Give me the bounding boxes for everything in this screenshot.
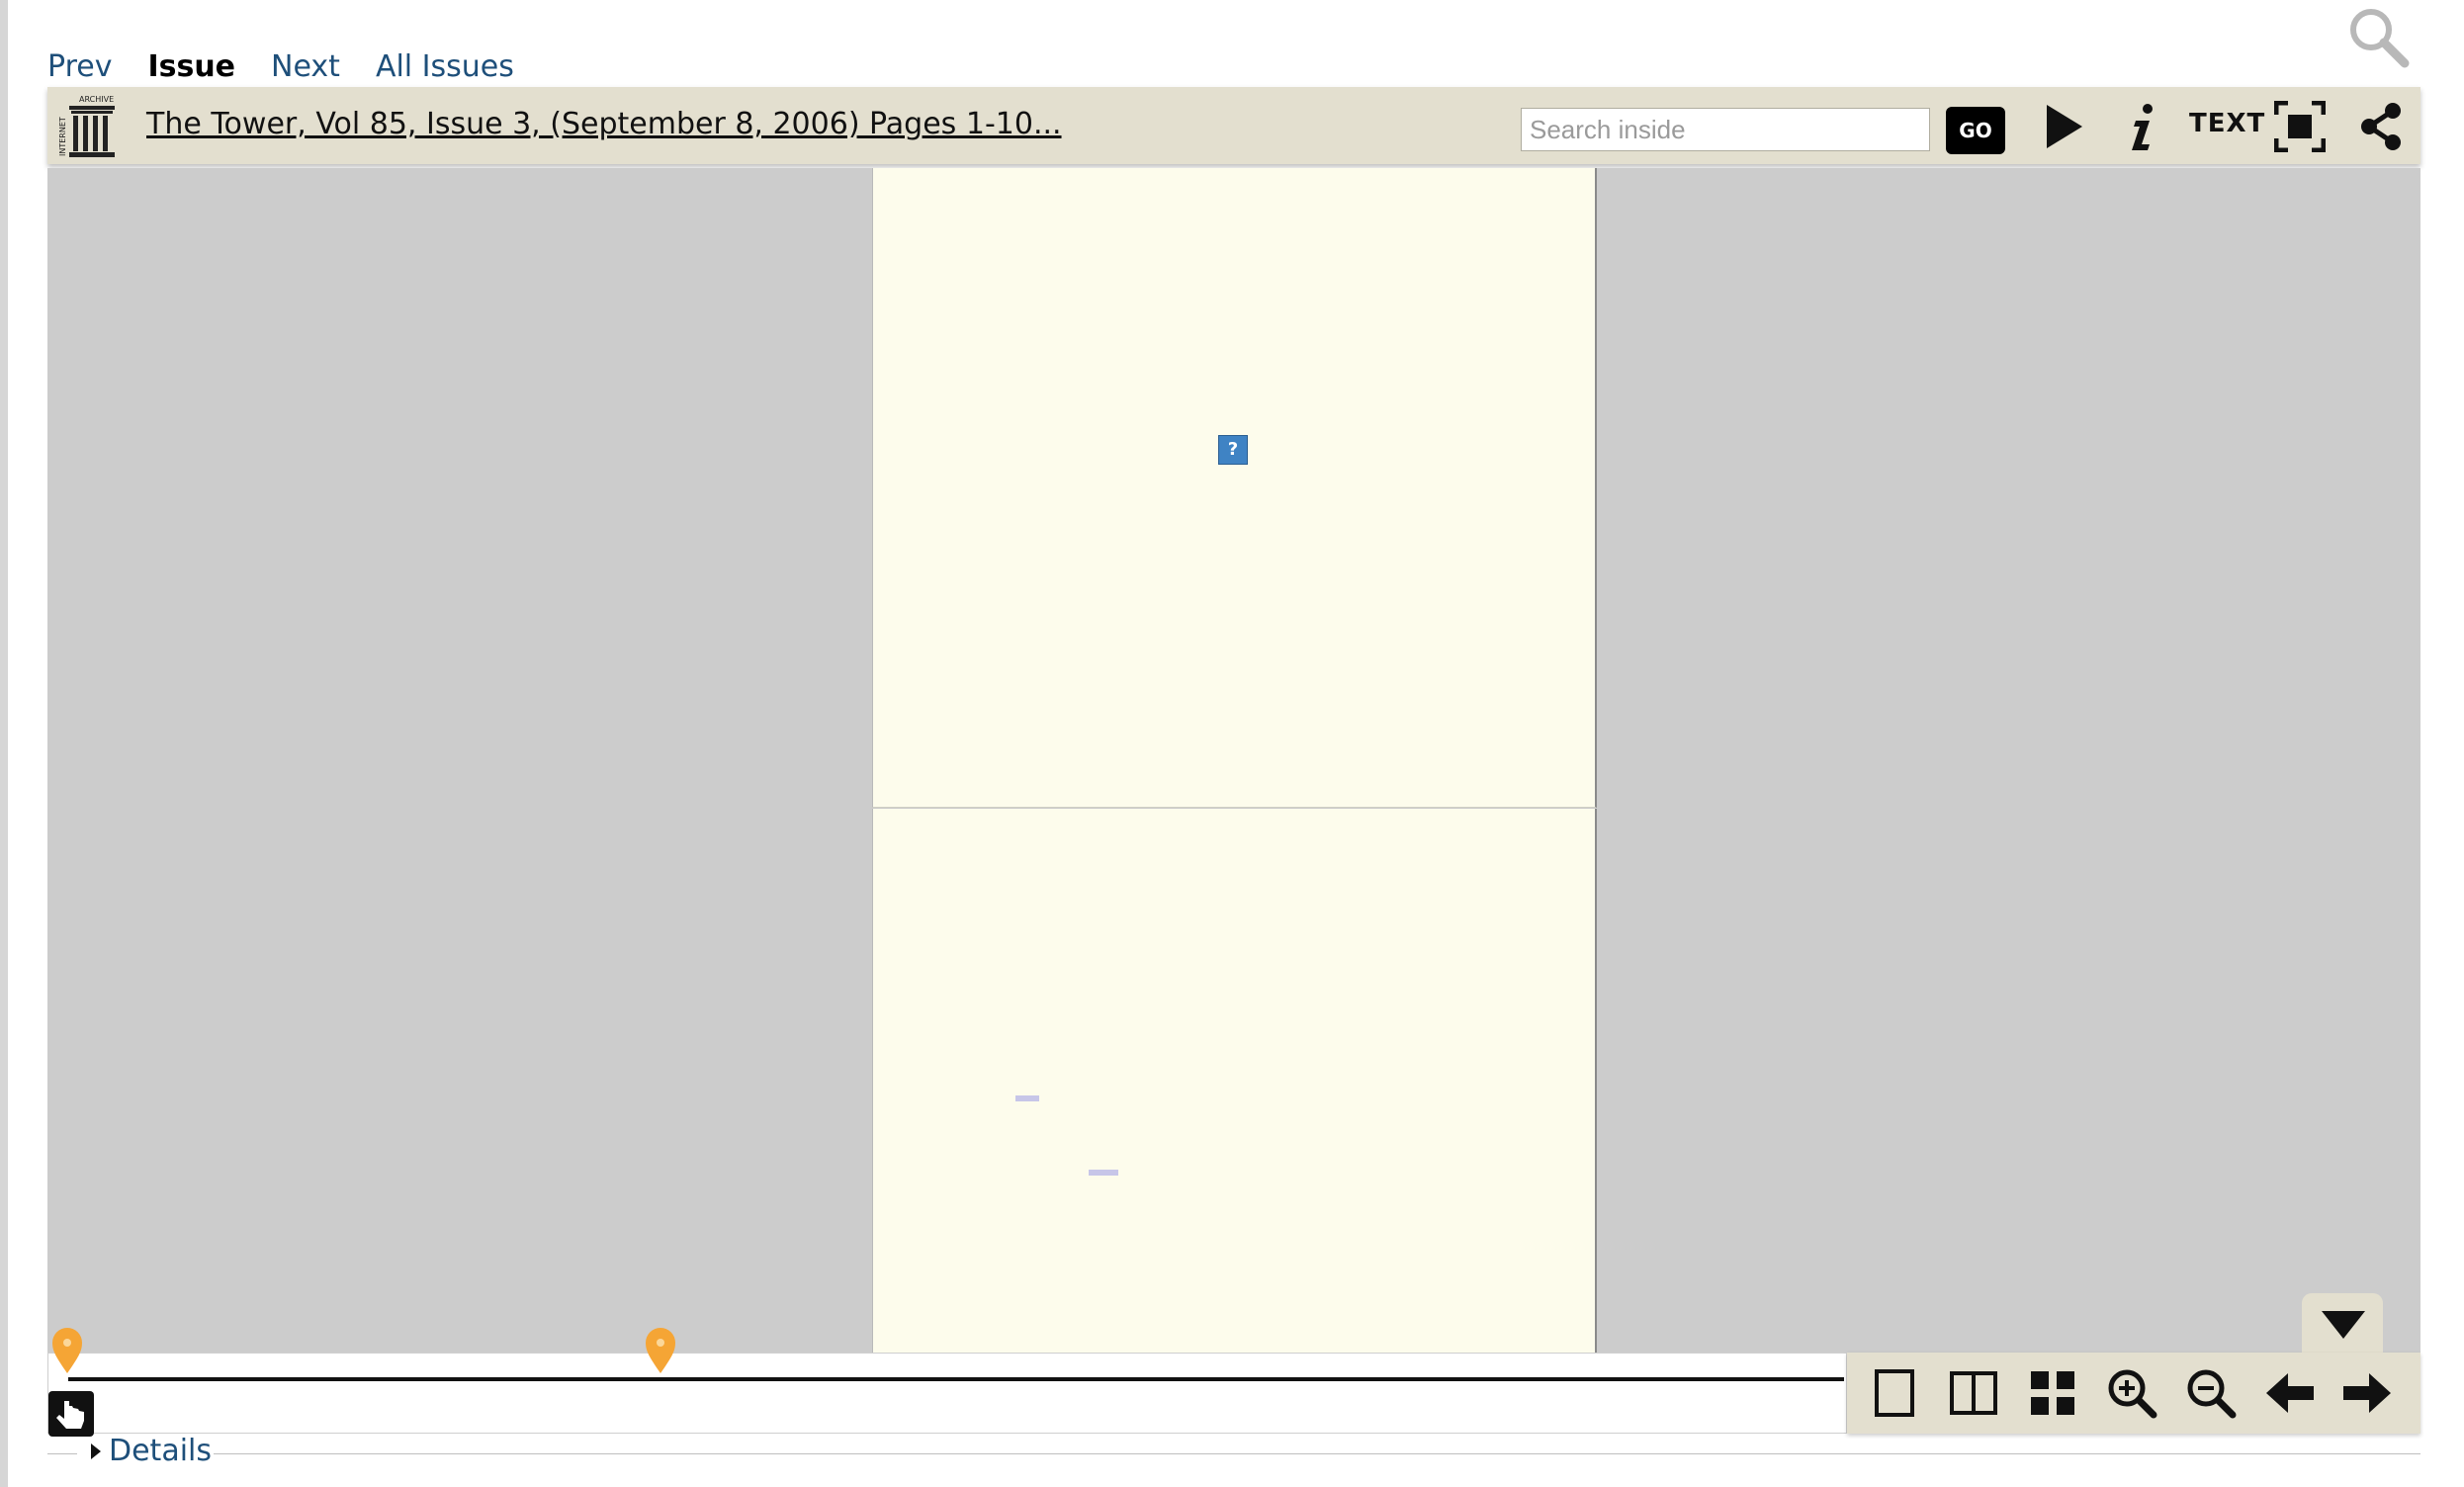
view-controls <box>1847 1353 2420 1434</box>
logo-text-archive: ARCHIVE <box>79 95 114 104</box>
book-page[interactable]: ? <box>872 168 1597 808</box>
fullscreen-icon[interactable] <box>2274 101 2326 152</box>
internet-archive-logo[interactable]: ARCHIVE INTERNET <box>57 93 117 160</box>
hand-pointer-icon <box>56 1401 84 1429</box>
issue-navigation: Prev Issue Next All Issues <box>47 47 514 87</box>
book-title-link[interactable]: The Tower, Vol 85, Issue 3, (September 8… <box>146 107 1062 141</box>
info-icon[interactable] <box>2116 101 2167 152</box>
thumbnail-view-icon[interactable] <box>2027 1367 2078 1419</box>
logo-text-internet: INTERNET <box>58 117 67 156</box>
issue-label: Issue <box>147 49 236 84</box>
prev-link[interactable]: Prev <box>47 47 112 87</box>
location-marker-icon[interactable] <box>644 1326 677 1375</box>
location-marker-icon[interactable] <box>50 1326 84 1375</box>
go-button[interactable]: GO <box>1946 107 2005 154</box>
divider <box>214 1453 2420 1454</box>
share-icon[interactable] <box>2355 101 2407 152</box>
details-label: Details <box>109 1434 213 1468</box>
all-issues-link[interactable]: All Issues <box>376 47 514 87</box>
scrubber-track[interactable] <box>68 1377 1844 1381</box>
play-icon[interactable] <box>2037 101 2088 152</box>
page-scrubber[interactable] <box>47 1328 1847 1437</box>
toggle-navbar-button[interactable] <box>2302 1293 2383 1353</box>
book-page[interactable] <box>872 809 1597 1353</box>
zoom-in-icon[interactable] <box>2106 1367 2157 1419</box>
scrubber-handle[interactable] <box>48 1391 94 1437</box>
details-section: Details <box>47 1432 2420 1471</box>
search-icon[interactable] <box>2345 4 2411 69</box>
window-edge <box>0 0 8 1487</box>
divider <box>47 1453 77 1454</box>
zoom-out-icon[interactable] <box>2185 1367 2237 1419</box>
text-fragment <box>1015 1095 1039 1101</box>
text-mode-button[interactable]: TEXT <box>2189 109 2265 138</box>
arrow-left-icon[interactable] <box>2264 1367 2316 1419</box>
book-viewer[interactable]: ? <box>47 168 2420 1353</box>
arrow-right-icon[interactable] <box>2341 1367 2393 1419</box>
one-page-view-icon[interactable] <box>1869 1367 1920 1419</box>
missing-image-icon: ? <box>1218 435 1248 465</box>
text-fragment <box>1089 1170 1118 1176</box>
two-page-view-icon[interactable] <box>1948 1367 1999 1419</box>
bookreader-toolbar: ARCHIVE INTERNET The Tower, Vol 85, Issu… <box>47 87 2420 164</box>
search-inside-input[interactable] <box>1521 108 1930 151</box>
details-toggle[interactable]: Details <box>89 1434 212 1468</box>
chevron-down-icon <box>2322 1311 2365 1339</box>
next-link[interactable]: Next <box>271 47 340 87</box>
